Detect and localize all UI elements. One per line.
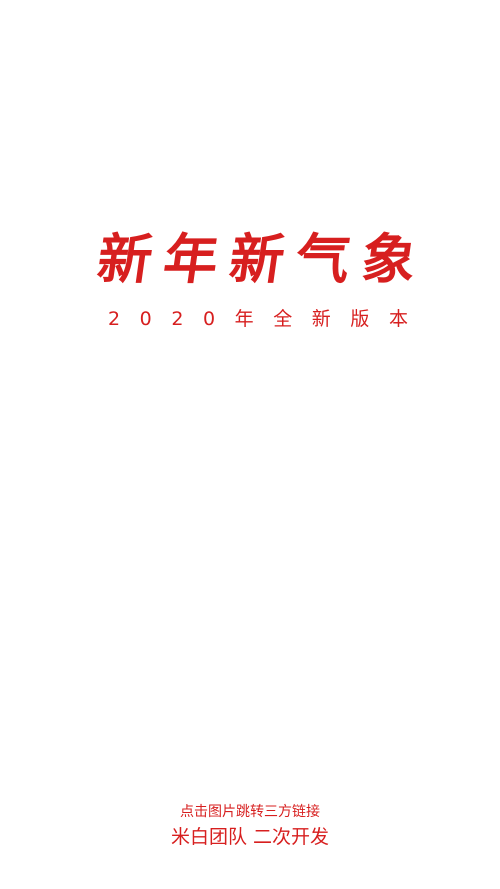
version-subtitle: 2 0 2 0 年 全 新 版 本 xyxy=(108,306,408,332)
subtitle-char: 2 xyxy=(171,308,184,330)
subtitle-char: 0 xyxy=(202,308,216,330)
title-char: 年 xyxy=(159,227,223,291)
subtitle-char: 2 xyxy=(108,308,121,330)
title-char: 新 xyxy=(93,227,157,291)
subtitle-char: 0 xyxy=(139,308,152,330)
subtitle-char: 年 xyxy=(234,308,254,330)
title-char: 气 xyxy=(291,227,355,291)
splash-screen[interactable]: 新 年 新 气 象 2 0 2 0 年 全 新 版 本 点击图片跳转三方链接 米… xyxy=(0,0,500,889)
title-char: 象 xyxy=(357,227,421,291)
subtitle-char: 版 xyxy=(350,308,370,330)
calligraphy-title: 新 年 新 气 象 xyxy=(94,226,421,292)
subtitle-char: 新 xyxy=(311,308,331,330)
third-party-link-hint[interactable]: 点击图片跳转三方链接 xyxy=(0,802,500,822)
team-credit: 米白团队 二次开发 xyxy=(170,826,330,848)
subtitle-char: 全 xyxy=(273,308,293,330)
subtitle-char: 本 xyxy=(388,308,408,330)
title-char: 新 xyxy=(225,227,289,291)
